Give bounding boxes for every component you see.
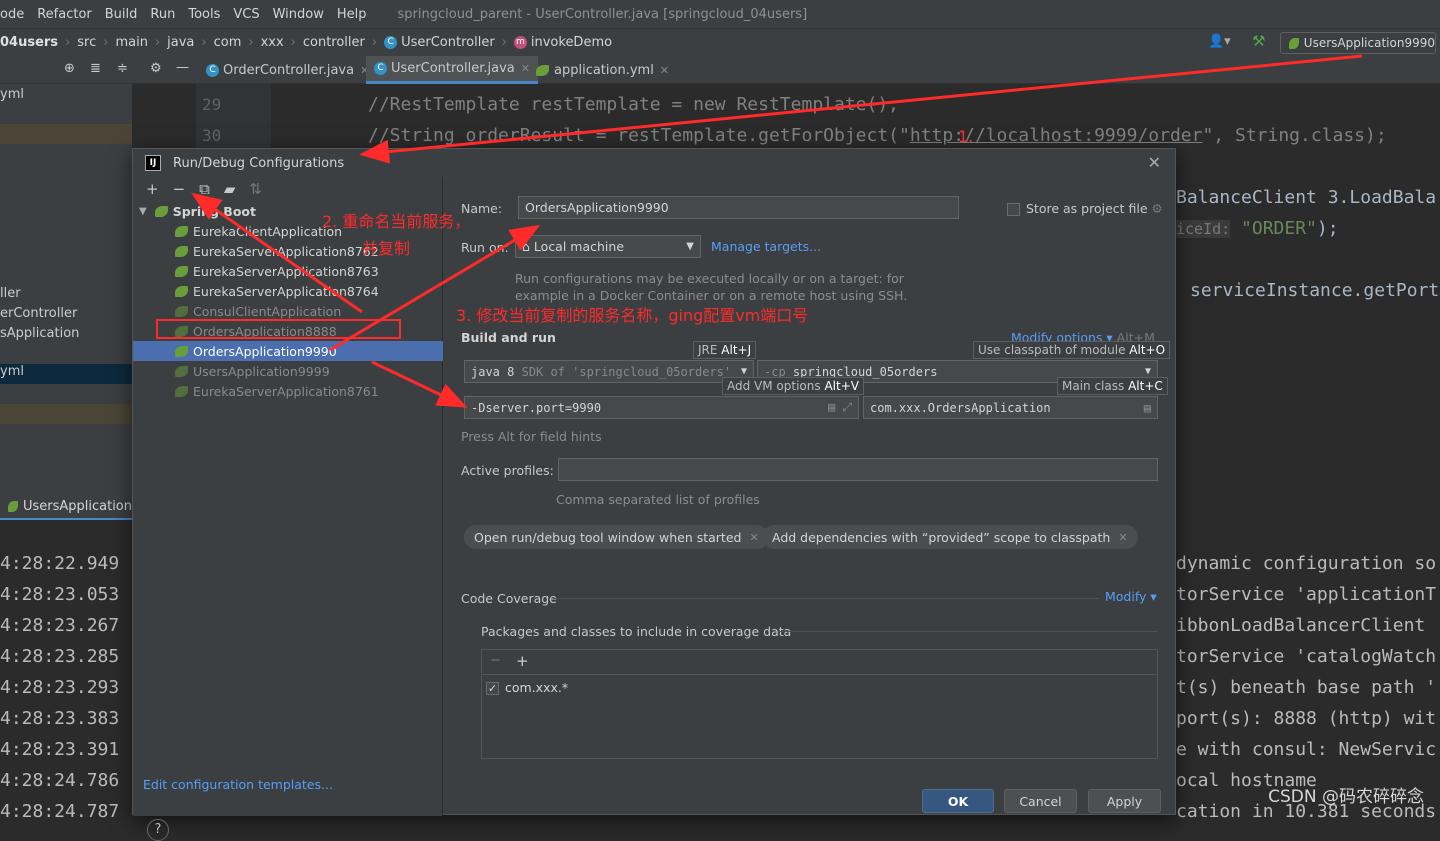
annotation-step-3: 3. 修改当前复制的服务名称，ging配置vm端口号 [456,302,808,326]
annotation-arrow-3b [372,362,462,405]
annotation-step-2: 2. 重命名当前服务， [322,208,470,232]
annotation-arrow-3a [330,228,535,350]
annotation-step-1: 1. [958,127,973,146]
csdn-watermark: CSDN @码农碎碎念 [1268,782,1424,807]
annotation-arrow-1 [365,56,1362,154]
annotation-overlay [0,0,1440,815]
help-icon[interactable]: ? [147,819,169,841]
annotation-step-2-cont: 并复制 [362,235,410,259]
